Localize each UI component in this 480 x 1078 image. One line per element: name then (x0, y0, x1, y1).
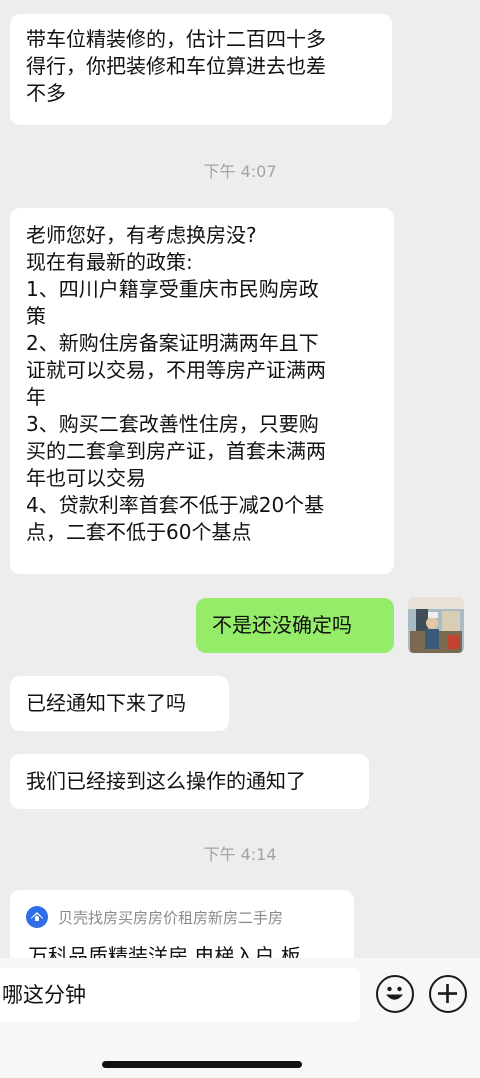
avatar[interactable] (408, 597, 464, 653)
message-received[interactable]: 带车位精装修的，估计二百四十多 得行，你把装修和车位算进去也差 不多 (10, 14, 392, 125)
share-source: 贝壳找房买房房价租房新房二手房 (26, 905, 283, 929)
message-input[interactable]: 哪这分钟 (0, 968, 360, 1022)
message-received[interactable]: 已经通知下来了吗 (10, 676, 229, 731)
share-source-name: 贝壳找房买房房价租房新房二手房 (58, 908, 284, 927)
home-indicator (102, 1061, 302, 1068)
chat-area[interactable]: 带车位精装修的，估计二百四十多 得行，你把装修和车位算进去也差 不多 下午 4:… (0, 0, 480, 960)
emoji-button[interactable] (376, 975, 414, 1013)
input-bar: 哪这分钟 (0, 958, 480, 1078)
message-sent[interactable]: 不是还没确定吗 (196, 598, 394, 653)
timestamp: 下午 4:14 (203, 845, 277, 864)
emoji-icon (386, 986, 403, 1000)
timestamp: 下午 4:07 (203, 162, 277, 181)
avatar-image (408, 597, 464, 653)
more-button[interactable] (429, 975, 467, 1013)
message-received[interactable]: 我们已经接到这么操作的通知了 (10, 754, 369, 809)
plus-icon (438, 984, 457, 1003)
message-received[interactable]: 老师您好，有考虑换房没? 现在有最新的政策: 1、四川户籍享受重庆市民购房政 策… (10, 208, 394, 574)
beike-logo-icon (26, 906, 48, 928)
share-title: 万科品质精装洋房 电梯入户 板 (28, 944, 301, 960)
shared-link-card[interactable]: 贝壳找房买房房价租房新房二手房 万科品质精装洋房 电梯入户 板 (10, 890, 354, 960)
